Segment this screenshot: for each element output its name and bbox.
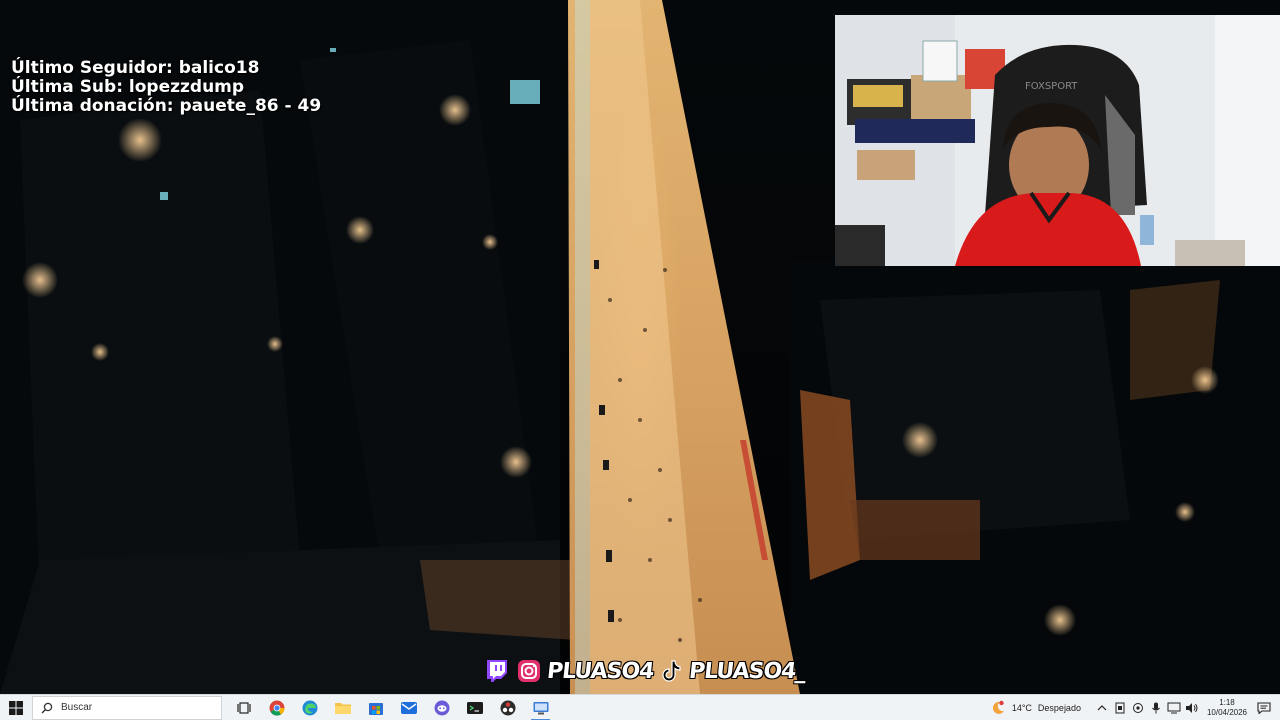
weather-temperature: 14°C <box>1011 703 1032 713</box>
instagram-handle: PLUASO4 <box>545 658 655 684</box>
remote-desktop-button[interactable] <box>524 695 557 720</box>
obs-icon <box>500 700 515 715</box>
stream-alerts: Último Seguidor: balico18 Última Sub: lo… <box>11 59 321 116</box>
taskbar-search[interactable]: Buscar <box>32 695 222 720</box>
store-icon <box>368 702 383 715</box>
task-view-button[interactable] <box>227 695 260 720</box>
wifi-display-icon[interactable] <box>1166 700 1182 716</box>
notification-icon[interactable] <box>1256 700 1272 716</box>
chrome-icon <box>269 700 285 716</box>
mail-icon <box>400 701 417 714</box>
terminal-icon <box>466 701 483 714</box>
speaker-device-icon[interactable] <box>1130 700 1146 716</box>
webcam-feed: FOXSPORT <box>835 15 1280 266</box>
weather-widget[interactable]: 14°C Despejado <box>990 700 1081 716</box>
system-tray: 14°C Despejado 1:18 10/04/2026 <box>990 695 1280 720</box>
microphone-icon[interactable] <box>1148 700 1164 716</box>
tiktok-icon <box>657 657 685 685</box>
search-icon <box>41 702 53 713</box>
clock-date: 10/04/2026 <box>1206 708 1247 717</box>
store-button[interactable] <box>359 695 392 720</box>
obs-button[interactable] <box>491 695 524 720</box>
clock-time: 1:18 <box>1219 698 1235 707</box>
file-explorer-icon <box>334 702 351 714</box>
task-view-icon <box>236 701 251 714</box>
network-device-icon[interactable] <box>1112 700 1128 716</box>
weather-description: Despejado <box>1037 703 1081 713</box>
last-sub-text: Última Sub: lopezzdump <box>11 77 245 97</box>
stream-screen: Último Seguidor: balico18 Última Sub: lo… <box>0 0 1280 720</box>
moon-weather-icon <box>992 700 1004 714</box>
search-placeholder: Buscar <box>61 702 93 713</box>
volume-icon[interactable] <box>1184 700 1200 716</box>
taskbar: Buscar 14°C Despejado 1:18 10/04/2026 <box>0 694 1280 720</box>
chrome-button[interactable] <box>260 695 293 720</box>
remote-desktop-icon <box>533 701 548 714</box>
socials-bar: PLUASO4 PLUASO4_ <box>483 655 808 687</box>
last-donation-text: Última donación: pauete_86 - 49 <box>11 96 322 116</box>
windows-icon <box>9 700 23 715</box>
discord-button[interactable] <box>425 695 458 720</box>
streamer-camera-image: FOXSPORT <box>835 15 1280 266</box>
clock[interactable]: 1:18 10/04/2026 <box>1207 698 1247 718</box>
chevron-up-icon[interactable] <box>1094 700 1110 716</box>
last-follower-text: Último Seguidor: balico18 <box>11 58 260 78</box>
discord-icon <box>434 700 449 715</box>
start-button[interactable] <box>0 695 32 720</box>
mail-button[interactable] <box>392 695 425 720</box>
edge-icon <box>302 700 317 715</box>
instagram-icon <box>515 657 543 685</box>
edge-button[interactable] <box>293 695 326 720</box>
tiktok-handle: PLUASO4_ <box>688 658 808 684</box>
terminal-button[interactable] <box>458 695 491 720</box>
file-explorer-button[interactable] <box>326 695 359 720</box>
twitch-icon <box>483 657 511 685</box>
chair-logo: FOXSPORT <box>1025 81 1078 92</box>
